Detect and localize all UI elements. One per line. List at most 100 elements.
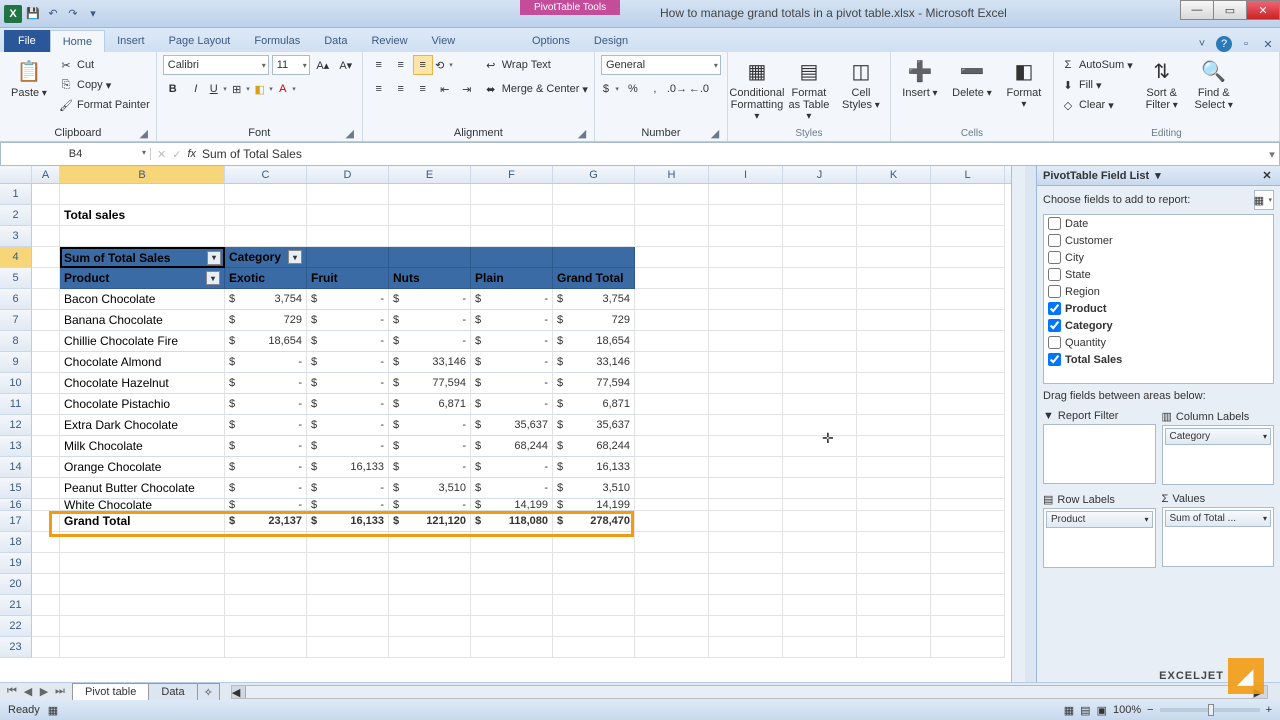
view-layout-icon[interactable]: ▤ [1080, 704, 1090, 717]
cell[interactable] [783, 457, 857, 478]
window-restore-icon[interactable]: ▫ [1238, 36, 1254, 52]
cell[interactable] [32, 373, 60, 394]
cell[interactable] [60, 574, 225, 595]
zoom-out-icon[interactable]: − [1147, 704, 1153, 716]
cell[interactable]: Orange Chocolate [60, 457, 225, 478]
cell[interactable] [783, 331, 857, 352]
cell[interactable] [635, 553, 709, 574]
cell[interactable] [635, 478, 709, 499]
view-break-icon[interactable]: ▣ [1097, 704, 1107, 717]
cell[interactable]: Banana Chocolate [60, 310, 225, 331]
cell[interactable] [307, 595, 389, 616]
cell[interactable] [709, 553, 783, 574]
underline-button[interactable]: U [209, 79, 229, 99]
field-item[interactable]: Quantity [1044, 334, 1273, 351]
cell[interactable] [389, 574, 471, 595]
dec-decimal-icon[interactable]: ←.0 [689, 79, 709, 99]
row-header[interactable]: 21 [0, 595, 32, 616]
cell[interactable] [709, 637, 783, 658]
cell[interactable] [225, 226, 307, 247]
cell[interactable] [553, 616, 635, 637]
cell[interactable]: $16,133 [553, 457, 635, 478]
cell[interactable] [389, 553, 471, 574]
cell[interactable] [471, 226, 553, 247]
cell[interactable] [471, 616, 553, 637]
cell[interactable] [857, 310, 931, 331]
cell[interactable] [32, 415, 60, 436]
cell[interactable] [635, 268, 709, 289]
merge-center-button[interactable]: ⬌Merge & Center ▾ [483, 79, 588, 99]
cell[interactable] [857, 595, 931, 616]
cell[interactable] [857, 511, 931, 532]
cell[interactable] [553, 574, 635, 595]
cell[interactable] [32, 289, 60, 310]
cell[interactable] [389, 637, 471, 658]
cell[interactable] [553, 532, 635, 553]
cell[interactable] [471, 184, 553, 205]
cell[interactable] [60, 226, 225, 247]
cell[interactable]: $- [389, 499, 471, 511]
cell[interactable] [60, 595, 225, 616]
row-header[interactable]: 5 [0, 268, 32, 289]
row-header[interactable]: 8 [0, 331, 32, 352]
cell[interactable] [389, 532, 471, 553]
col-header[interactable]: C [225, 166, 307, 183]
number-format-combo[interactable]: General [601, 55, 721, 75]
cell-styles-button[interactable]: ◫Cell Styles ▾ [838, 55, 884, 113]
field-item[interactable]: Product [1044, 300, 1273, 317]
cell[interactable]: $- [307, 436, 389, 457]
cell[interactable] [225, 616, 307, 637]
cell[interactable]: $35,637 [553, 415, 635, 436]
align-right-icon[interactable]: ≡ [413, 79, 433, 99]
cell[interactable] [225, 637, 307, 658]
cell[interactable]: $- [307, 478, 389, 499]
pill-product[interactable]: Product [1046, 511, 1153, 528]
minimize-button[interactable]: — [1180, 0, 1214, 20]
grow-font-icon[interactable]: A▴ [313, 55, 333, 75]
wrap-text-button[interactable]: ↩Wrap Text [483, 55, 588, 75]
cell[interactable] [783, 616, 857, 637]
cell[interactable] [635, 310, 709, 331]
area-column-labels[interactable]: ▥Column LabelsCategory [1162, 408, 1275, 485]
cell[interactable]: Fruit [307, 268, 389, 289]
cell[interactable]: $729 [553, 310, 635, 331]
cell[interactable] [225, 532, 307, 553]
dialog-launcher-icon[interactable]: ◢ [576, 127, 588, 139]
cell[interactable] [709, 595, 783, 616]
cell[interactable] [307, 532, 389, 553]
cell[interactable] [32, 637, 60, 658]
tab-page-layout[interactable]: Page Layout [157, 30, 243, 52]
fill-color-button[interactable]: ◧ [255, 79, 275, 99]
area-values[interactable]: ΣValuesSum of Total ... [1162, 491, 1275, 568]
cell[interactable] [32, 553, 60, 574]
cell[interactable] [783, 394, 857, 415]
cell[interactable] [931, 511, 1005, 532]
cell[interactable]: $3,510 [389, 478, 471, 499]
field-checkbox[interactable] [1048, 336, 1061, 349]
cell[interactable] [783, 637, 857, 658]
cell[interactable] [307, 184, 389, 205]
cell[interactable]: Product ▾ [60, 268, 225, 289]
cell[interactable] [32, 574, 60, 595]
cell[interactable]: $33,146 [389, 352, 471, 373]
insert-cells-button[interactable]: ➕Insert ▾ [897, 55, 943, 101]
cell[interactable] [32, 310, 60, 331]
cell[interactable] [60, 532, 225, 553]
undo-icon[interactable]: ↶ [44, 5, 62, 23]
cell[interactable] [931, 184, 1005, 205]
row-header[interactable]: 9 [0, 352, 32, 373]
cell[interactable]: $- [471, 373, 553, 394]
cell[interactable] [783, 511, 857, 532]
cell[interactable] [857, 205, 931, 226]
cell[interactable] [783, 184, 857, 205]
cell[interactable]: Exotic [225, 268, 307, 289]
border-button[interactable]: ⊞ [232, 79, 252, 99]
cell[interactable] [857, 616, 931, 637]
cell[interactable] [709, 532, 783, 553]
cell[interactable] [32, 247, 60, 268]
sort-filter-button[interactable]: ⇅Sort & Filter ▾ [1139, 55, 1185, 113]
cell[interactable] [635, 457, 709, 478]
cell[interactable] [857, 373, 931, 394]
cell[interactable] [783, 532, 857, 553]
row-header[interactable]: 10 [0, 373, 32, 394]
